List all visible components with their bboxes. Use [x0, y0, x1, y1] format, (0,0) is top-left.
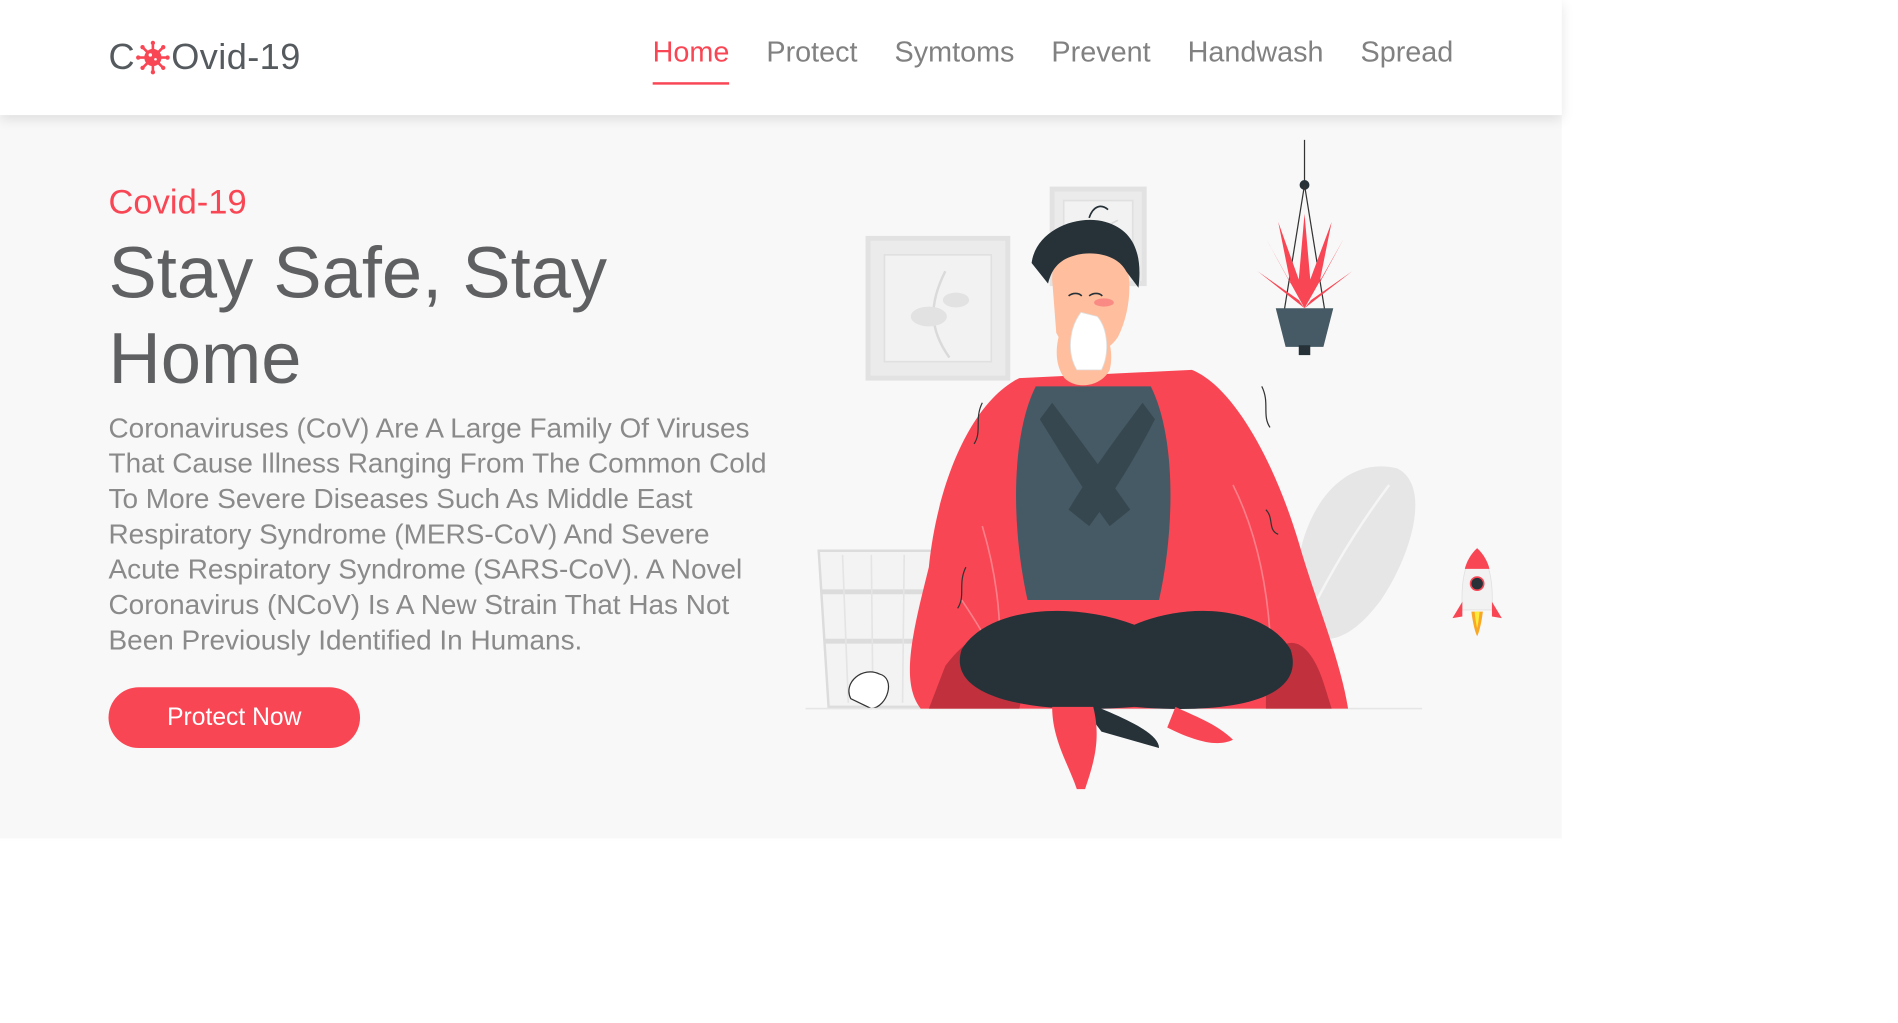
nav-item-home[interactable]: Home [652, 36, 730, 85]
logo-prefix: C [108, 36, 136, 78]
nav-item-symtoms[interactable]: Symtoms [895, 36, 1015, 84]
nav-item-protect[interactable]: Protect [766, 36, 857, 84]
viewport: C Ovid-19 Home Protect Symtoms Prevent H… [0, 0, 1898, 1023]
page: C Ovid-19 Home Protect Symtoms Prevent H… [0, 0, 1562, 841]
nav-item-prevent[interactable]: Prevent [1051, 36, 1150, 84]
logo[interactable]: C Ovid-19 [109, 35, 301, 81]
hero-bottom-edge [0, 838, 1562, 841]
hero-eyebrow: Covid-19 [108, 182, 247, 222]
sick-person-illustration [805, 139, 1423, 790]
hanging-plant [1257, 139, 1353, 356]
main-nav: Home Protect Symtoms Prevent Handwash Sp… [652, 36, 1454, 85]
logo-suffix: Ovid-19 [171, 36, 301, 78]
protect-now-button[interactable]: Protect Now [108, 687, 361, 749]
nav-item-handwash[interactable]: Handwash [1188, 36, 1324, 84]
hero-description: Coronaviruses (CoV) Are A Large Family O… [108, 412, 767, 656]
rocket-icon[interactable] [1448, 544, 1506, 643]
nav-item-spread[interactable]: Spread [1361, 36, 1454, 84]
site-header: C Ovid-19 Home Protect Symtoms Prevent H… [0, 0, 1562, 116]
picture-frame-large [865, 235, 1011, 381]
hero-headline: Stay Safe, Stay Home [108, 231, 608, 399]
virus-icon [136, 40, 170, 75]
